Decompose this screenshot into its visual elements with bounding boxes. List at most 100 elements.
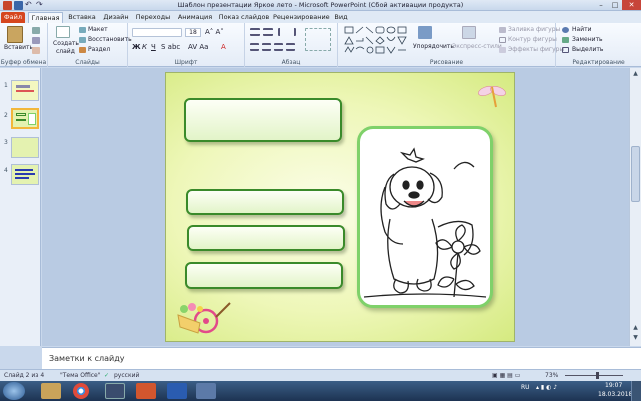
numbering-icon[interactable] [263,28,273,36]
clock-date[interactable]: 18.03.2018 [598,391,632,398]
zoom-slider[interactable] [565,375,623,376]
text-placeholder-large[interactable] [184,98,342,142]
format-painter-icon[interactable] [32,47,40,54]
font-group-label: Шрифт [174,59,198,66]
start-button[interactable] [3,382,25,400]
scroll-thumb[interactable] [631,146,640,202]
tab-home[interactable]: Главная [28,12,63,23]
slide-thumbnail-4[interactable] [11,164,39,185]
shape-effects-icon [499,47,506,53]
spacing-icon[interactable]: AV Aa [188,43,208,51]
underline-icon[interactable]: Ч [151,43,156,51]
thumbnail-text [16,90,34,92]
picture-frame[interactable] [357,126,493,308]
tab-review[interactable]: Рецензирование [273,12,330,23]
tab-transitions[interactable]: Переходы [134,12,172,23]
thumbnail-box [16,119,26,121]
tab-insert[interactable]: Вставка [66,12,98,23]
next-slide-icon[interactable]: ▼ [631,334,640,343]
clipboard-group: Вставить Буфер обмена [0,23,48,67]
cut-icon[interactable] [32,27,40,34]
scroll-up-icon[interactable]: ▲ [631,70,640,79]
paragraph-group-label: Абзац [281,59,301,66]
tab-view[interactable]: Вид [332,12,350,23]
keyboard-layout[interactable]: RU [521,384,530,391]
language-indicator[interactable]: русский [114,372,139,379]
tab-file[interactable]: Файл [1,12,25,23]
dragonfly-icon [478,86,506,108]
spellcheck-icon[interactable]: ✓ [104,372,109,379]
chrome-icon[interactable] [73,383,89,399]
ribbon: Вставить Буфер обмена Создать слайд Маке… [0,23,641,67]
clock-time[interactable]: 19:07 [605,382,622,389]
vertical-scrollbar[interactable]: ▲ ▲ ▼ [629,68,641,346]
show-desktop-button[interactable] [631,381,641,401]
zoom-slider-thumb[interactable] [596,372,599,379]
new-slide-label-1[interactable]: Создать [53,40,79,47]
grow-font-icon[interactable]: A˄ A˅ [205,28,224,36]
section-button[interactable]: Раздел [88,46,110,53]
maximize-button[interactable]: □ [608,0,622,10]
save-disk-icon[interactable] [105,383,125,399]
shadow-icon[interactable]: S abc [161,43,180,51]
text-placeholder-2[interactable] [187,225,345,251]
font-size-input[interactable]: 18 [185,28,201,37]
word-icon[interactable] [167,383,187,399]
find-button[interactable]: Найти [572,26,591,33]
view-normal-icon[interactable]: ▣ ▦ ▤ ▭ [492,372,520,379]
tab-animation[interactable]: Анимация [175,12,215,23]
slide[interactable] [165,72,515,342]
replace-button[interactable]: Заменить [572,36,603,43]
paste-icon [7,26,23,43]
text-placeholder-3[interactable] [185,262,343,289]
tab-slideshow[interactable]: Показ слайдов [218,12,270,23]
quick-styles-button[interactable]: Экспресс-стили [452,43,502,50]
reset-button[interactable]: Восстановить [88,36,132,43]
title-bar: ↶ ↷ Шаблон презентации Яркое лето - Micr… [0,0,641,11]
justify-icon[interactable] [286,43,295,51]
clipboard-group-label: Буфер обмена [0,59,47,66]
font-group: 18 A˄ A˅ Ж К Ч S abc AV Aa A Шрифт [128,23,245,67]
editing-group-label: Редактирование [572,59,625,66]
theme-name[interactable]: "Тема Office" [60,372,101,379]
paste-button[interactable]: Вставить [4,44,33,51]
align-center-icon[interactable] [262,43,271,51]
minimize-button[interactable]: – [594,0,608,10]
arrange-button[interactable]: Упорядочить [413,43,454,50]
bold-icon[interactable]: Ж [132,43,141,51]
new-slide-label-2[interactable]: слайд [56,48,75,55]
align-left-icon[interactable] [250,43,259,51]
close-button[interactable]: ✕ [622,0,641,10]
zoom-level[interactable]: 73% [545,372,558,379]
slide-thumbnail-1[interactable] [11,80,39,101]
font-color-icon[interactable]: A [221,43,226,51]
reset-icon [79,37,86,43]
slide-thumbnail-2[interactable] [11,108,39,129]
file-manager-icon[interactable] [196,383,216,399]
font-name-input[interactable] [132,28,182,37]
align-right-icon[interactable] [274,43,283,51]
shape-fill-button[interactable]: Заливка фигуры [508,26,560,33]
tab-design[interactable]: Дизайн [101,12,131,23]
text-placeholder-1[interactable] [186,189,344,215]
arrange-icon [418,26,432,39]
drawing-group: Упорядочить Экспресс-стили Заливка фигур… [338,23,564,67]
slide-counter: Слайд 2 из 4 [4,372,45,379]
prev-slide-icon[interactable]: ▲ [631,324,640,333]
select-button[interactable]: Выделить [572,46,603,53]
slide-thumbnail-3[interactable] [11,137,39,158]
bullets-icon[interactable] [250,28,260,36]
layout-button[interactable]: Макет [88,26,108,33]
taskbar-app-icon[interactable] [41,383,61,399]
shapes-gallery[interactable] [344,26,410,56]
window-title: Шаблон презентации Яркое лето - Microsof… [177,1,464,9]
slide-number: 2 [4,112,8,119]
shape-outline-button[interactable]: Контур фигуры [508,36,557,43]
notes-pane[interactable]: Заметки к слайду [42,347,641,369]
italic-icon[interactable]: К [142,43,147,51]
indent-icon[interactable] [278,28,296,36]
powerpoint-icon[interactable] [136,383,156,399]
copy-icon[interactable] [32,37,40,44]
text-direction-icon[interactable] [305,28,331,51]
tray-icons[interactable]: ▴ ▮ ◐ ♪ [536,384,557,391]
